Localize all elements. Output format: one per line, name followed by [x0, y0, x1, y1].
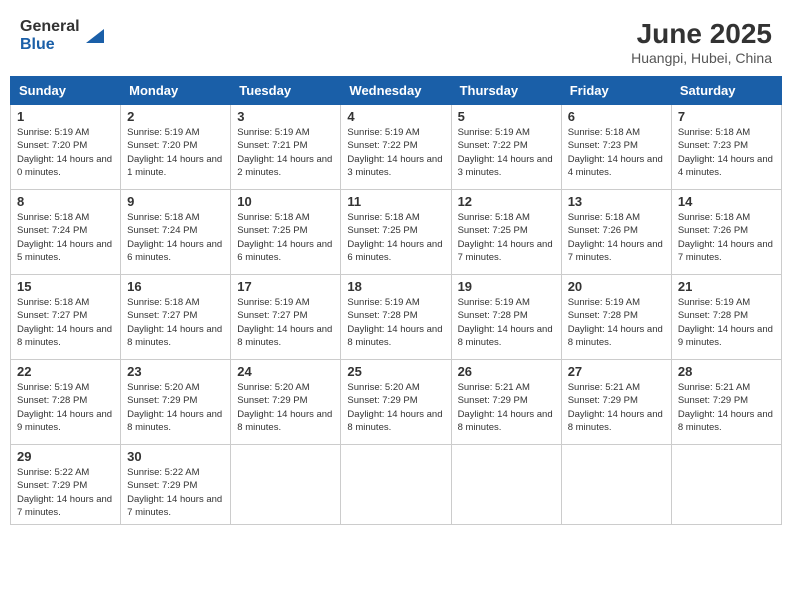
calendar-day: 26Sunrise: 5:21 AMSunset: 7:29 PMDayligh… — [451, 360, 561, 445]
calendar-day — [561, 445, 671, 525]
logo: General Blue — [20, 18, 104, 53]
weekday-header: Monday — [121, 77, 231, 105]
calendar-day: 17Sunrise: 5:19 AMSunset: 7:27 PMDayligh… — [231, 275, 341, 360]
calendar-day: 27Sunrise: 5:21 AMSunset: 7:29 PMDayligh… — [561, 360, 671, 445]
calendar-week-row: 15Sunrise: 5:18 AMSunset: 7:27 PMDayligh… — [11, 275, 782, 360]
calendar-day: 21Sunrise: 5:19 AMSunset: 7:28 PMDayligh… — [671, 275, 781, 360]
month-title: June 2025 — [631, 18, 772, 50]
weekday-header: Sunday — [11, 77, 121, 105]
logo-combined: General Blue — [20, 18, 104, 53]
calendar-week-row: 29Sunrise: 5:22 AMSunset: 7:29 PMDayligh… — [11, 445, 782, 525]
calendar-day: 20Sunrise: 5:19 AMSunset: 7:28 PMDayligh… — [561, 275, 671, 360]
calendar-day: 18Sunrise: 5:19 AMSunset: 7:28 PMDayligh… — [341, 275, 451, 360]
header: General Blue June 2025 Huangpi, Hubei, C… — [10, 10, 782, 72]
calendar-day: 11Sunrise: 5:18 AMSunset: 7:25 PMDayligh… — [341, 190, 451, 275]
calendar-day — [231, 445, 341, 525]
calendar-day — [671, 445, 781, 525]
calendar-day: 24Sunrise: 5:20 AMSunset: 7:29 PMDayligh… — [231, 360, 341, 445]
calendar-week-row: 1Sunrise: 5:19 AMSunset: 7:20 PMDaylight… — [11, 105, 782, 190]
calendar-day: 9Sunrise: 5:18 AMSunset: 7:24 PMDaylight… — [121, 190, 231, 275]
calendar-day: 23Sunrise: 5:20 AMSunset: 7:29 PMDayligh… — [121, 360, 231, 445]
calendar-day: 10Sunrise: 5:18 AMSunset: 7:25 PMDayligh… — [231, 190, 341, 275]
calendar-day — [341, 445, 451, 525]
weekday-header: Wednesday — [341, 77, 451, 105]
calendar-day: 7Sunrise: 5:18 AMSunset: 7:23 PMDaylight… — [671, 105, 781, 190]
weekday-header-row: SundayMondayTuesdayWednesdayThursdayFrid… — [11, 77, 782, 105]
logo-blue: Blue — [20, 36, 80, 54]
calendar-day: 15Sunrise: 5:18 AMSunset: 7:27 PMDayligh… — [11, 275, 121, 360]
calendar-day: 2Sunrise: 5:19 AMSunset: 7:20 PMDaylight… — [121, 105, 231, 190]
weekday-header: Tuesday — [231, 77, 341, 105]
calendar-day: 30Sunrise: 5:22 AMSunset: 7:29 PMDayligh… — [121, 445, 231, 525]
calendar-day: 6Sunrise: 5:18 AMSunset: 7:23 PMDaylight… — [561, 105, 671, 190]
calendar-day: 25Sunrise: 5:20 AMSunset: 7:29 PMDayligh… — [341, 360, 451, 445]
calendar-day: 16Sunrise: 5:18 AMSunset: 7:27 PMDayligh… — [121, 275, 231, 360]
weekday-header: Saturday — [671, 77, 781, 105]
calendar-day: 3Sunrise: 5:19 AMSunset: 7:21 PMDaylight… — [231, 105, 341, 190]
calendar-day: 28Sunrise: 5:21 AMSunset: 7:29 PMDayligh… — [671, 360, 781, 445]
calendar-day: 8Sunrise: 5:18 AMSunset: 7:24 PMDaylight… — [11, 190, 121, 275]
calendar-day: 29Sunrise: 5:22 AMSunset: 7:29 PMDayligh… — [11, 445, 121, 525]
weekday-header: Thursday — [451, 77, 561, 105]
logo-general: General — [20, 18, 80, 36]
logo-triangle-icon — [82, 25, 104, 47]
calendar-day: 13Sunrise: 5:18 AMSunset: 7:26 PMDayligh… — [561, 190, 671, 275]
calendar-day: 19Sunrise: 5:19 AMSunset: 7:28 PMDayligh… — [451, 275, 561, 360]
calendar-week-row: 22Sunrise: 5:19 AMSunset: 7:28 PMDayligh… — [11, 360, 782, 445]
calendar-day: 4Sunrise: 5:19 AMSunset: 7:22 PMDaylight… — [341, 105, 451, 190]
calendar-day: 14Sunrise: 5:18 AMSunset: 7:26 PMDayligh… — [671, 190, 781, 275]
calendar-day: 22Sunrise: 5:19 AMSunset: 7:28 PMDayligh… — [11, 360, 121, 445]
calendar-day: 12Sunrise: 5:18 AMSunset: 7:25 PMDayligh… — [451, 190, 561, 275]
location-title: Huangpi, Hubei, China — [631, 50, 772, 66]
calendar-table: SundayMondayTuesdayWednesdayThursdayFrid… — [10, 76, 782, 525]
title-area: June 2025 Huangpi, Hubei, China — [631, 18, 772, 66]
calendar-day: 1Sunrise: 5:19 AMSunset: 7:20 PMDaylight… — [11, 105, 121, 190]
calendar-day — [451, 445, 561, 525]
calendar-day: 5Sunrise: 5:19 AMSunset: 7:22 PMDaylight… — [451, 105, 561, 190]
calendar-week-row: 8Sunrise: 5:18 AMSunset: 7:24 PMDaylight… — [11, 190, 782, 275]
weekday-header: Friday — [561, 77, 671, 105]
